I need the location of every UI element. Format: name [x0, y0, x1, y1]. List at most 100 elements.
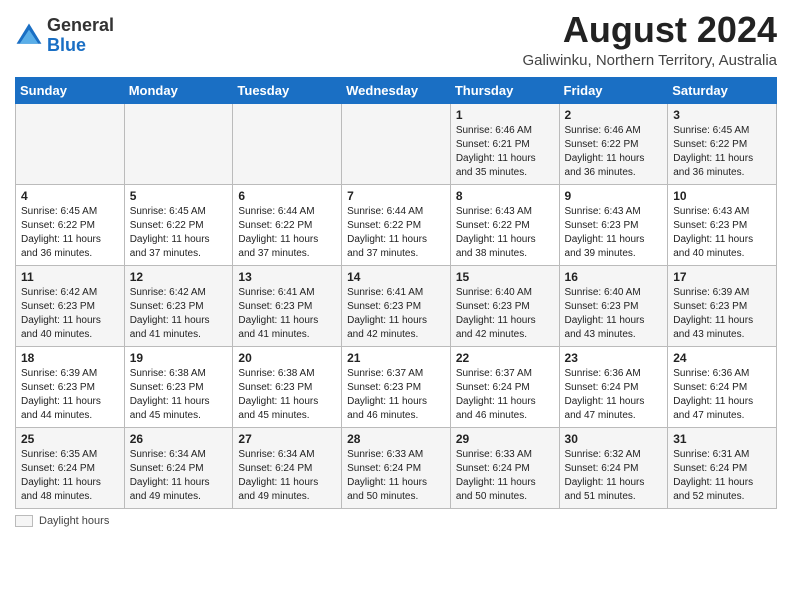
day-number: 22: [456, 351, 554, 365]
calendar-cell: 29Sunrise: 6:33 AM Sunset: 6:24 PM Dayli…: [450, 427, 559, 508]
day-number: 17: [673, 270, 771, 284]
day-number: 6: [238, 189, 336, 203]
logo-icon: [15, 22, 43, 50]
week-row-3: 11 Sunrise: 6:42 AM Sunset: 6:23 PM Dayli…: [16, 265, 777, 346]
header-monday: Monday: [124, 77, 233, 103]
calendar-cell: 27 Sunrise: 6:34 AM Sunset: 6:24 PM Dayli…: [233, 427, 342, 508]
day-info: Sunrise: 6:34 AM Sunset: 6:24 PM Dayligh…: [238, 448, 336, 504]
day-info: Sunrise: 6:37 AM Sunset: 6:24 PM Dayligh…: [456, 367, 554, 423]
day-info: Sunrise: 6:42 AM Sunset: 6:23 PM Dayligh…: [130, 286, 228, 342]
day-number: 3: [673, 108, 771, 122]
day-info: Sunrise: 6:33 AM Sunset: 6:24 PM Dayligh…: [347, 448, 445, 504]
day-info: Sunrise: 6:36 AM Sunset: 6:24 PM Dayligh…: [565, 367, 663, 423]
day-info: Sunrise: 6:43 AM Sunset: 6:23 PM Dayligh…: [565, 205, 663, 261]
week-row-4: 18 Sunrise: 6:39 AM Sunset: 6:23 PM Dayli…: [16, 346, 777, 427]
daylight-label: Daylight hours: [39, 515, 109, 527]
calendar-cell: 12 Sunrise: 6:42 AM Sunset: 6:23 PM Dayli…: [124, 265, 233, 346]
day-info: Sunrise: 6:44 AM Sunset: 6:22 PM Dayligh…: [347, 205, 445, 261]
calendar-cell: 18 Sunrise: 6:39 AM Sunset: 6:23 PM Dayli…: [16, 346, 125, 427]
day-number: 4: [21, 189, 119, 203]
header-saturday: Saturday: [668, 77, 777, 103]
day-number: 13: [238, 270, 336, 284]
day-info: Sunrise: 6:39 AM Sunset: 6:23 PM Dayligh…: [21, 367, 119, 423]
day-number: 7: [347, 189, 445, 203]
day-info: Sunrise: 6:34 AM Sunset: 6:24 PM Dayligh…: [130, 448, 228, 504]
day-info: Sunrise: 6:45 AM Sunset: 6:22 PM Dayligh…: [21, 205, 119, 261]
calendar-cell: 5 Sunrise: 6:45 AM Sunset: 6:22 PM Daylig…: [124, 184, 233, 265]
calendar-cell: 10Sunrise: 6:43 AM Sunset: 6:23 PM Dayli…: [668, 184, 777, 265]
day-number: 16: [565, 270, 663, 284]
daylight-legend-box: [15, 515, 33, 527]
calendar-cell: 11 Sunrise: 6:42 AM Sunset: 6:23 PM Dayli…: [16, 265, 125, 346]
calendar-cell: 6Sunrise: 6:44 AM Sunset: 6:22 PM Daylig…: [233, 184, 342, 265]
calendar-table: SundayMondayTuesdayWednesdayThursdayFrid…: [15, 77, 777, 509]
day-info: Sunrise: 6:38 AM Sunset: 6:23 PM Dayligh…: [130, 367, 228, 423]
calendar-cell: 13 Sunrise: 6:41 AM Sunset: 6:23 PM Dayli…: [233, 265, 342, 346]
calendar-cell: [342, 103, 451, 184]
week-row-2: 4 Sunrise: 6:45 AM Sunset: 6:22 PM Daylig…: [16, 184, 777, 265]
day-info: Sunrise: 6:32 AM Sunset: 6:24 PM Dayligh…: [565, 448, 663, 504]
calendar-cell: 14Sunrise: 6:41 AM Sunset: 6:23 PM Dayli…: [342, 265, 451, 346]
logo: General Blue: [15, 16, 114, 56]
day-info: Sunrise: 6:41 AM Sunset: 6:23 PM Dayligh…: [238, 286, 336, 342]
day-number: 26: [130, 432, 228, 446]
week-row-5: 25 Sunrise: 6:35 AM Sunset: 6:24 PM Dayli…: [16, 427, 777, 508]
logo-general: General: [47, 15, 114, 35]
calendar-cell: [124, 103, 233, 184]
header-thursday: Thursday: [450, 77, 559, 103]
day-number: 20: [238, 351, 336, 365]
calendar-cell: 16Sunrise: 6:40 AM Sunset: 6:23 PM Dayli…: [559, 265, 668, 346]
calendar-cell: [16, 103, 125, 184]
day-number: 23: [565, 351, 663, 365]
day-info: Sunrise: 6:46 AM Sunset: 6:22 PM Dayligh…: [565, 124, 663, 180]
calendar-cell: 2 Sunrise: 6:46 AM Sunset: 6:22 PM Daylig…: [559, 103, 668, 184]
day-info: Sunrise: 6:41 AM Sunset: 6:23 PM Dayligh…: [347, 286, 445, 342]
calendar-header-row: SundayMondayTuesdayWednesdayThursdayFrid…: [16, 77, 777, 103]
day-number: 2: [565, 108, 663, 122]
calendar-cell: 28Sunrise: 6:33 AM Sunset: 6:24 PM Dayli…: [342, 427, 451, 508]
logo-text: General Blue: [47, 16, 114, 56]
header-sunday: Sunday: [16, 77, 125, 103]
day-number: 5: [130, 189, 228, 203]
calendar-cell: 23 Sunrise: 6:36 AM Sunset: 6:24 PM Dayli…: [559, 346, 668, 427]
calendar-cell: 9Sunrise: 6:43 AM Sunset: 6:23 PM Daylig…: [559, 184, 668, 265]
day-number: 18: [21, 351, 119, 365]
calendar-cell: 17 Sunrise: 6:39 AM Sunset: 6:23 PM Dayli…: [668, 265, 777, 346]
calendar-cell: 4 Sunrise: 6:45 AM Sunset: 6:22 PM Daylig…: [16, 184, 125, 265]
header-friday: Friday: [559, 77, 668, 103]
day-info: Sunrise: 6:31 AM Sunset: 6:24 PM Dayligh…: [673, 448, 771, 504]
day-number: 27: [238, 432, 336, 446]
calendar-cell: 25 Sunrise: 6:35 AM Sunset: 6:24 PM Dayli…: [16, 427, 125, 508]
title-block: August 2024 Galiwinku, Northern Territor…: [522, 10, 777, 69]
calendar-cell: 24 Sunrise: 6:36 AM Sunset: 6:24 PM Dayli…: [668, 346, 777, 427]
day-number: 31: [673, 432, 771, 446]
calendar-cell: 3Sunrise: 6:45 AM Sunset: 6:22 PM Daylig…: [668, 103, 777, 184]
page-header: General Blue August 2024 Galiwinku, Nort…: [15, 10, 777, 69]
calendar-cell: 1Sunrise: 6:46 AM Sunset: 6:21 PM Daylig…: [450, 103, 559, 184]
calendar-cell: 21Sunrise: 6:37 AM Sunset: 6:23 PM Dayli…: [342, 346, 451, 427]
day-number: 25: [21, 432, 119, 446]
month-title: August 2024: [522, 10, 777, 50]
day-info: Sunrise: 6:42 AM Sunset: 6:23 PM Dayligh…: [21, 286, 119, 342]
header-wednesday: Wednesday: [342, 77, 451, 103]
day-info: Sunrise: 6:38 AM Sunset: 6:23 PM Dayligh…: [238, 367, 336, 423]
day-info: Sunrise: 6:39 AM Sunset: 6:23 PM Dayligh…: [673, 286, 771, 342]
calendar-cell: 7 Sunrise: 6:44 AM Sunset: 6:22 PM Daylig…: [342, 184, 451, 265]
week-row-1: 1Sunrise: 6:46 AM Sunset: 6:21 PM Daylig…: [16, 103, 777, 184]
day-number: 11: [21, 270, 119, 284]
calendar-cell: [233, 103, 342, 184]
calendar-cell: 26 Sunrise: 6:34 AM Sunset: 6:24 PM Dayli…: [124, 427, 233, 508]
day-number: 29: [456, 432, 554, 446]
day-number: 19: [130, 351, 228, 365]
day-number: 1: [456, 108, 554, 122]
day-info: Sunrise: 6:43 AM Sunset: 6:23 PM Dayligh…: [673, 205, 771, 261]
day-info: Sunrise: 6:45 AM Sunset: 6:22 PM Dayligh…: [130, 205, 228, 261]
calendar-cell: 8Sunrise: 6:43 AM Sunset: 6:22 PM Daylig…: [450, 184, 559, 265]
day-number: 12: [130, 270, 228, 284]
calendar-cell: 15 Sunrise: 6:40 AM Sunset: 6:23 PM Dayli…: [450, 265, 559, 346]
day-number: 15: [456, 270, 554, 284]
day-number: 24: [673, 351, 771, 365]
day-info: Sunrise: 6:40 AM Sunset: 6:23 PM Dayligh…: [456, 286, 554, 342]
day-info: Sunrise: 6:36 AM Sunset: 6:24 PM Dayligh…: [673, 367, 771, 423]
day-info: Sunrise: 6:35 AM Sunset: 6:24 PM Dayligh…: [21, 448, 119, 504]
